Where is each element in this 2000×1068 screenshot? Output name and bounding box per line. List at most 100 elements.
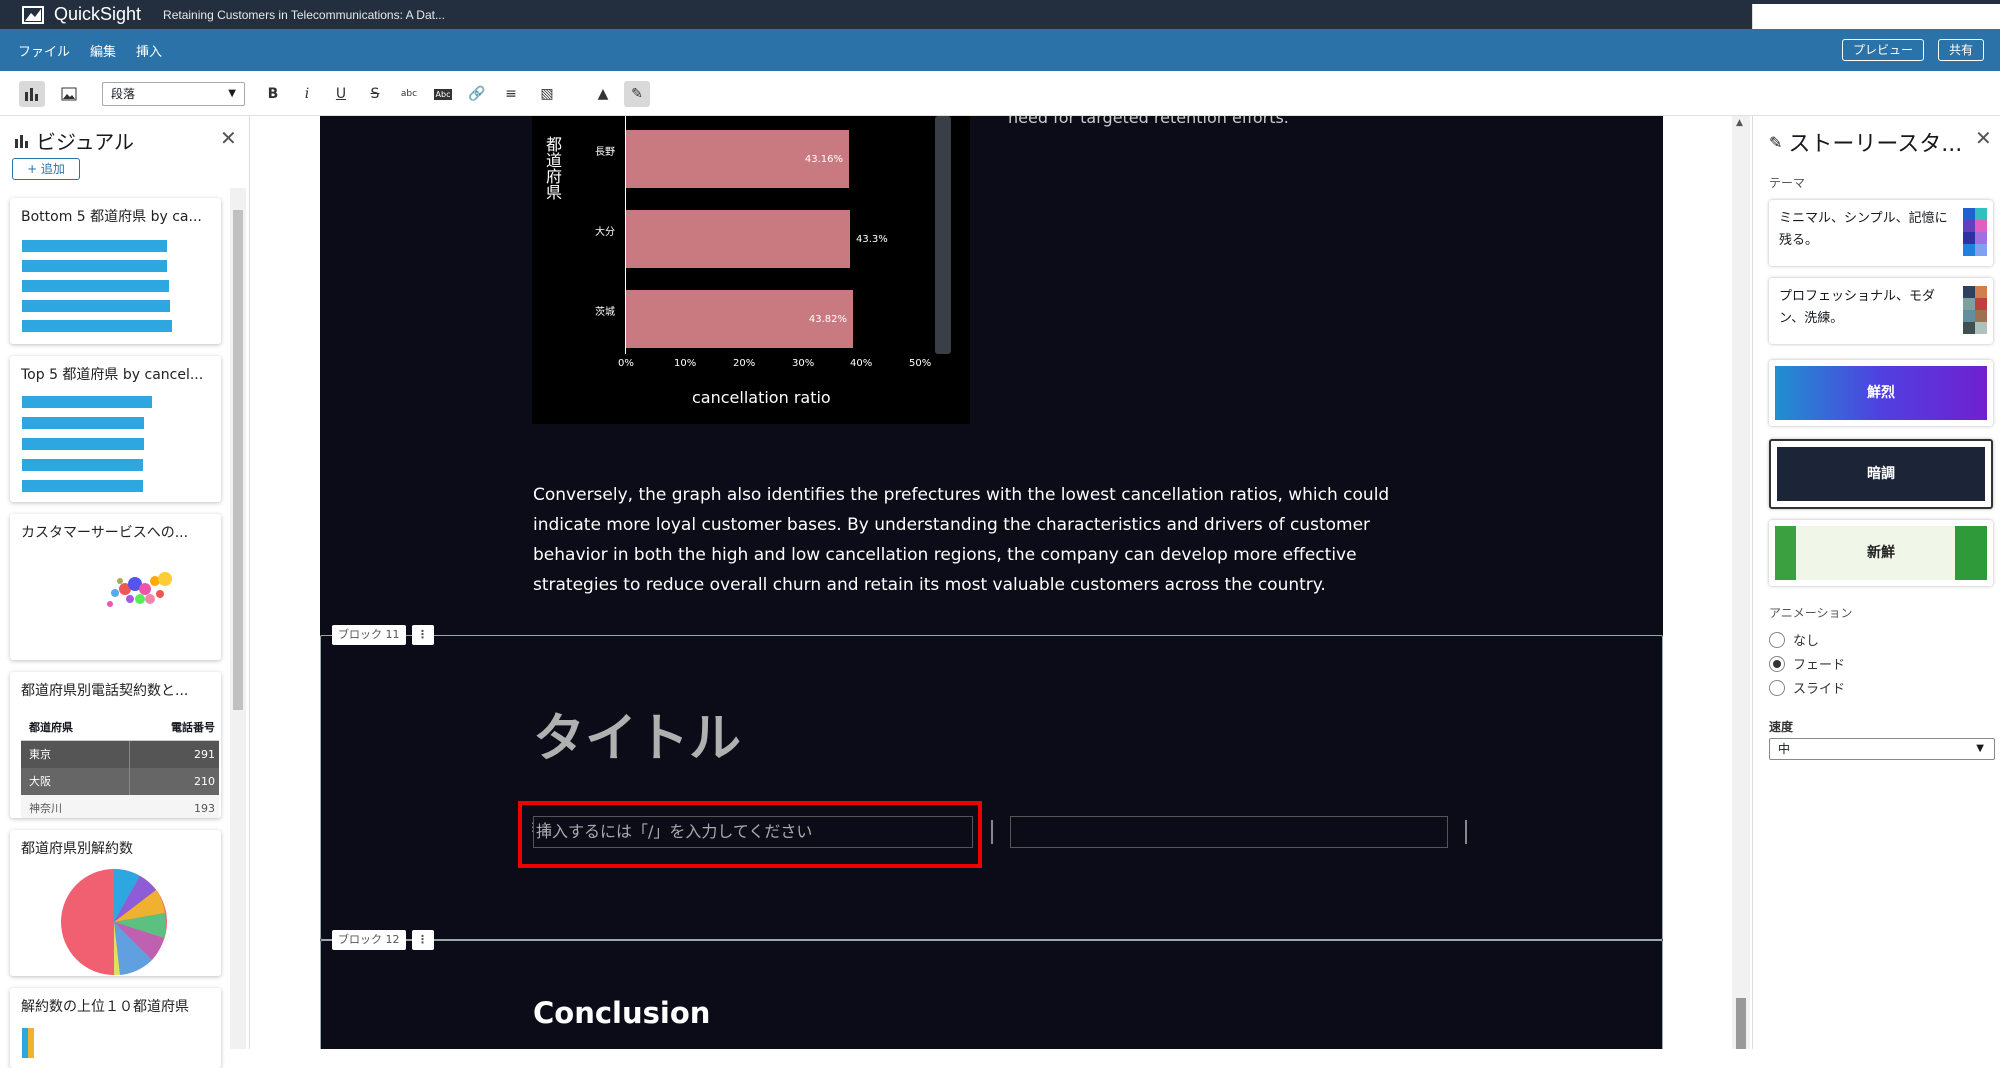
scroll-up-icon[interactable]: ▲ (1736, 118, 1743, 128)
menu-insert[interactable]: 挿入 (136, 41, 162, 60)
theme-dark[interactable]: 暗調 (1769, 439, 1993, 509)
quicksight-logo-icon (22, 5, 44, 24)
conclusion-heading[interactable]: Conclusion (533, 996, 710, 1030)
underline-icon[interactable]: U (328, 81, 354, 107)
visuals-panel-icon[interactable] (19, 81, 45, 107)
scatter-thumbnail (107, 572, 172, 607)
animation-option-slide[interactable]: スライド (1769, 678, 1845, 697)
canvas-scrollbar[interactable]: ▲ (1732, 116, 1750, 1049)
italic-icon[interactable]: i (294, 81, 320, 107)
theme-swatch (1963, 208, 1987, 256)
theme-label: 鮮烈 (1775, 366, 1987, 420)
x-tick-label: 10% (674, 358, 697, 369)
story-style-brush-icon[interactable]: ✎ (624, 81, 650, 107)
table-header-cell: 電話番号 (171, 721, 215, 734)
link-icon[interactable]: 🔗 (464, 81, 490, 107)
block-label-text: ブロック 12 (338, 933, 400, 946)
chart-axis-y (625, 116, 626, 354)
chevron-down-icon: ▼ (228, 88, 236, 99)
preview-button[interactable]: プレビュー (1841, 39, 1924, 61)
visual-card-title: Top 5 都道府県 by cancel... (21, 367, 204, 383)
animation-section-label: アニメーション (1769, 606, 1853, 620)
align-icon[interactable]: ≡ (498, 81, 524, 107)
visuals-panel-header: ビジュアル (14, 126, 134, 155)
close-icon[interactable]: ✕ (1975, 126, 1992, 150)
second-column-input[interactable] (1010, 816, 1448, 848)
visual-card-bottom5[interactable]: Bottom 5 都道府県 by ca... (10, 198, 221, 344)
theme-label: 新鮮 (1775, 526, 1987, 580)
story-style-panel: ✎ ストーリースタ... ✕ テーマ ミニマル、シンプル、記憶に残る。 プロフェ… (1752, 116, 2000, 1049)
block-title[interactable]: タイトル (533, 696, 741, 771)
add-visual-button[interactable]: + 追加 (12, 158, 80, 180)
image-icon[interactable] (56, 81, 82, 107)
chart-scrollbar[interactable] (935, 116, 951, 354)
paragraph-style-value: 段落 (111, 87, 136, 101)
visual-card-title: 解約数の上位１０都道府県 (21, 999, 189, 1015)
x-tick-label: 40% (850, 358, 873, 369)
visual-card-top10-cancellations[interactable]: 解約数の上位１０都道府県 (10, 988, 221, 1068)
story-style-title: ストーリースタ... (1788, 132, 1963, 157)
paragraph-style-select[interactable]: 段落 ▼ (102, 82, 245, 106)
story-canvas: need for targeted retention efforts. 都道府… (250, 116, 1750, 1049)
visual-card-customer-service[interactable]: カスタマーサービスへの... (10, 514, 221, 660)
theme-fresh[interactable]: 新鮮 (1769, 520, 1993, 586)
more-options-icon[interactable]: ⋮ (411, 930, 434, 950)
data-highlight-icon[interactable]: ▲ (590, 81, 616, 107)
radio-button-selected[interactable] (1769, 655, 1785, 672)
document-title: Retaining Customers in Telecommunication… (163, 7, 445, 22)
share-button[interactable]: 共有 (1937, 39, 1984, 61)
bold-icon[interactable]: B (260, 81, 286, 107)
animation-option-fade[interactable]: フェード (1769, 654, 1845, 673)
thumbnail-bar (22, 300, 170, 312)
thumbnail-bar (22, 459, 143, 471)
category-label: 長野 (595, 147, 615, 158)
quicksight-logo[interactable]: QuickSight (22, 4, 141, 25)
text-color-icon[interactable]: abc (396, 81, 422, 107)
scrollbar-thumb[interactable] (1736, 998, 1746, 1049)
panel-scrollbar[interactable] (230, 188, 246, 1049)
more-options-icon[interactable]: ⋮ (411, 625, 434, 645)
chart-bar: 43.3% (626, 210, 888, 268)
block-11-label[interactable]: ブロック 11 ⋮ (332, 625, 434, 645)
visual-card-title: カスタマーサービスへの... (21, 525, 189, 541)
table-cell: 193 (194, 802, 215, 815)
bar-chart-icon (15, 134, 28, 148)
block-11[interactable] (320, 635, 1663, 940)
radio-button[interactable] (1769, 679, 1785, 696)
theme-swatch (1963, 286, 1987, 334)
thumbnail-bar (22, 280, 169, 292)
chart-bar: 43.82% (626, 290, 853, 348)
menu-edit[interactable]: 編集 (90, 41, 116, 60)
table-cell: 大阪 (29, 775, 51, 788)
close-icon[interactable]: ✕ (220, 126, 237, 150)
speed-value: 中 (1778, 742, 1791, 756)
visual-card-cancellations-by-prefecture[interactable]: 都道府県別解約数 (10, 830, 221, 976)
cancellation-ratio-chart[interactable]: 都道府県 長野 大分 茨城 43.16% 43.3% 43.82% 0% 10% 2… (532, 116, 970, 424)
scrollbar-thumb[interactable] (233, 210, 243, 710)
radio-button[interactable] (1769, 631, 1785, 648)
table-cell: 東京 (29, 748, 51, 761)
strikethrough-icon[interactable]: S (362, 81, 388, 107)
highlight-icon[interactable]: Abc (430, 81, 456, 107)
insert-block-icon[interactable]: ▧ (534, 81, 560, 107)
story-paragraph[interactable]: Conversely, the graph also identifies th… (533, 480, 1443, 600)
menu-file[interactable]: ファイル (18, 41, 70, 60)
chart-xlabel: cancellation ratio (692, 388, 831, 407)
visual-card-title: 都道府県別電話契約数と... (21, 683, 189, 699)
block-12[interactable] (320, 940, 1663, 1049)
block-12-label[interactable]: ブロック 12 ⋮ (332, 930, 434, 950)
thumbnail-bar (22, 240, 167, 252)
visual-card-top5[interactable]: Top 5 都道府県 by cancel... (10, 356, 221, 502)
visual-card-phone-contracts[interactable]: 都道府県別電話契約数と... 都道府県 電話番号 東京 291 大阪 210 神… (10, 672, 221, 818)
theme-professional[interactable]: プロフェッショナル、モダン、洗練。 (1769, 278, 1993, 344)
column-divider[interactable] (991, 820, 993, 844)
theme-vivid[interactable]: 鮮烈 (1769, 360, 1993, 426)
paragraph-text-fragment[interactable]: need for targeted retention efforts. (1008, 116, 1289, 127)
bar-value-label: 43.82% (808, 314, 847, 325)
thumbnail-bar (22, 260, 167, 272)
speed-select[interactable]: 中 ▼ (1769, 738, 1995, 760)
visual-card-title: Bottom 5 都道府県 by ca... (21, 209, 202, 225)
animation-option-none[interactable]: なし (1769, 630, 1819, 649)
column-divider[interactable] (1465, 820, 1467, 844)
theme-minimal[interactable]: ミニマル、シンプル、記憶に残る。 (1769, 200, 1993, 266)
